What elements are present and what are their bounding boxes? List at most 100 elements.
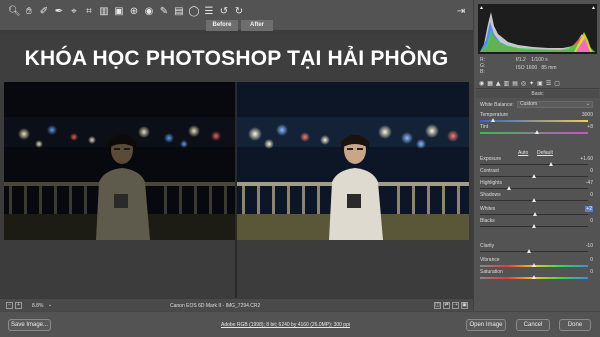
swap-icon[interactable]: ⇄	[443, 302, 450, 309]
rotate-cw-icon[interactable]: ↻	[233, 6, 245, 18]
contrast-slider[interactable]: Contrast 0	[480, 168, 595, 180]
effects-tab-icon[interactable]: ✦	[529, 80, 534, 87]
zoom-icon[interactable]: 🔍︎	[8, 6, 21, 18]
chevron-down-icon[interactable]: ⌄	[48, 302, 52, 308]
basic-tab-icon[interactable]: ◉	[479, 80, 484, 87]
color-sampler-icon[interactable]: ✒	[53, 6, 65, 18]
rotate-ccw-icon[interactable]: ↺	[218, 6, 230, 18]
adjustments-panel: ▲ ▲ R: G: B: f/1.2 1/100 s ISO 1600 85 mm…	[473, 0, 600, 311]
whites-value[interactable]: +2	[585, 206, 593, 212]
shadows-value[interactable]: 0	[590, 192, 593, 198]
highlight-clipping-icon[interactable]: ▲	[591, 5, 596, 11]
calibration-tab-icon[interactable]: ▣	[537, 80, 543, 87]
highlights-value[interactable]: -47	[586, 180, 593, 186]
hsl-tab-icon[interactable]: ▥	[504, 80, 510, 87]
adjustment-brush-icon[interactable]: ✎	[158, 6, 170, 18]
after-tab[interactable]: After	[241, 20, 273, 31]
vibrance-slider[interactable]: Vibrance 0	[480, 257, 595, 269]
blacks-label: Blacks	[480, 218, 495, 224]
temperature-handle[interactable]	[490, 118, 495, 122]
blacks-handle[interactable]	[532, 224, 536, 228]
before-tab[interactable]: Before	[206, 20, 238, 31]
snapshots-tab-icon[interactable]: ▢	[554, 80, 560, 87]
copy-settings-icon[interactable]: ⇢	[452, 302, 459, 309]
exposure-track[interactable]	[480, 164, 588, 165]
highlights-track[interactable]	[480, 188, 588, 189]
hand-icon[interactable]: ✋︎	[23, 6, 35, 18]
shadows-label: Shadows	[480, 192, 501, 198]
transform-icon[interactable]: ▣	[113, 6, 125, 18]
toggle-settings-icon[interactable]: ▣	[461, 302, 468, 309]
crop-icon[interactable]: ⌗	[83, 6, 95, 18]
graduated-filter-icon[interactable]: ▤	[173, 6, 185, 18]
exposure-label: Exposure	[480, 156, 502, 162]
white-balance-select[interactable]: Custom ⌄	[517, 101, 593, 108]
lens-tab-icon[interactable]: ◎	[521, 80, 526, 87]
contrast-handle[interactable]	[532, 174, 536, 178]
before-after-divider	[235, 82, 237, 298]
focal-length: 85 mm	[541, 65, 557, 71]
contrast-value[interactable]: 0	[590, 168, 593, 174]
saturation-value[interactable]: 0	[590, 269, 593, 275]
vibrance-label: Vibrance	[480, 257, 500, 263]
view-mode-icon[interactable]: ◫	[434, 302, 441, 309]
presets-tab-icon[interactable]: ☰	[546, 80, 551, 87]
temperature-track[interactable]	[480, 120, 588, 122]
section-title: Basic	[476, 90, 599, 98]
blacks-slider[interactable]: Blacks 0	[480, 218, 595, 230]
clarity-track[interactable]	[480, 251, 588, 252]
cancel-button[interactable]: Cancel	[516, 319, 550, 331]
shadow-clipping-icon[interactable]: ▲	[479, 5, 484, 11]
highlights-label: Highlights	[480, 180, 502, 186]
exposure-handle[interactable]	[549, 162, 554, 166]
zoom-out-icon[interactable]: −	[6, 302, 13, 309]
zoom-in-icon[interactable]: +	[15, 302, 22, 309]
open-image-button[interactable]: Open Image	[466, 319, 506, 331]
radial-filter-icon[interactable]: ◯	[188, 6, 200, 18]
preferences-icon[interactable]: ☰	[203, 6, 215, 18]
tone-curve-tab-icon[interactable]: ▦	[487, 80, 493, 87]
whites-slider[interactable]: Whites +2	[480, 206, 595, 218]
clarity-slider[interactable]: Clarity -10	[480, 243, 595, 255]
detail-tab-icon[interactable]: ▲	[496, 80, 501, 87]
panel-tabs: ◉ ▦ ▲ ▥ ▤ ◎ ✦ ▣ ☰ ▢	[476, 79, 599, 89]
highlights-slider[interactable]: Highlights -47	[480, 180, 595, 192]
zoom-level[interactable]: 8.8%	[32, 303, 43, 309]
before-after-tabs: Before After	[206, 20, 273, 31]
tint-track[interactable]	[480, 132, 588, 134]
whites-handle[interactable]	[533, 212, 538, 216]
blacks-value[interactable]: 0	[590, 218, 593, 224]
done-button[interactable]: Done	[559, 319, 591, 331]
workflow-options-link[interactable]: Adobe RGB (1998); 8 bit; 6240 by 4160 (2…	[221, 322, 350, 328]
exif-info: R: G: B: f/1.2 1/100 s ISO 1600 85 mm	[480, 57, 595, 77]
spot-removal-icon[interactable]: ⊕	[128, 6, 140, 18]
shadows-slider[interactable]: Shadows 0	[480, 192, 595, 204]
save-image-button[interactable]: Save Image...	[8, 319, 51, 331]
saturation-slider[interactable]: Saturation 0	[480, 269, 595, 281]
split-tone-tab-icon[interactable]: ▤	[512, 80, 518, 87]
shadows-handle[interactable]	[532, 198, 536, 202]
red-eye-icon[interactable]: ◉	[143, 6, 155, 18]
temperature-slider[interactable]: Temperature 3000	[480, 112, 595, 124]
white-balance-icon[interactable]: ✐	[38, 6, 50, 18]
open-panel-icon[interactable]: ⇥	[455, 6, 467, 18]
target-adjust-icon[interactable]: ⌖	[68, 6, 80, 18]
whites-label: Whites	[480, 206, 496, 212]
aperture: f/1.2	[516, 57, 526, 63]
iso: ISO 1600	[516, 65, 538, 71]
clarity-handle[interactable]	[526, 249, 531, 253]
exposure-value[interactable]: +1.60	[580, 156, 593, 162]
highlights-handle[interactable]	[507, 186, 512, 190]
saturation-handle[interactable]	[532, 275, 536, 279]
tint-slider[interactable]: Tint +8	[480, 124, 595, 136]
file-name: Canon EOS 6D Mark II - IMG_7294.CR2	[170, 303, 261, 309]
temperature-value[interactable]: 3000	[582, 112, 593, 118]
exposure-slider[interactable]: Exposure +1.60	[480, 156, 595, 168]
tint-handle[interactable]	[535, 130, 540, 134]
clarity-value[interactable]: -10	[586, 243, 593, 249]
vibrance-value[interactable]: 0	[590, 257, 593, 263]
title-banner: KHÓA HỌC PHOTOSHOP TẠI HẢI PHÒNG	[0, 35, 473, 83]
tint-value[interactable]: +8	[587, 124, 593, 130]
vibrance-handle[interactable]	[532, 263, 536, 267]
straighten-icon[interactable]: ▥	[98, 6, 110, 18]
